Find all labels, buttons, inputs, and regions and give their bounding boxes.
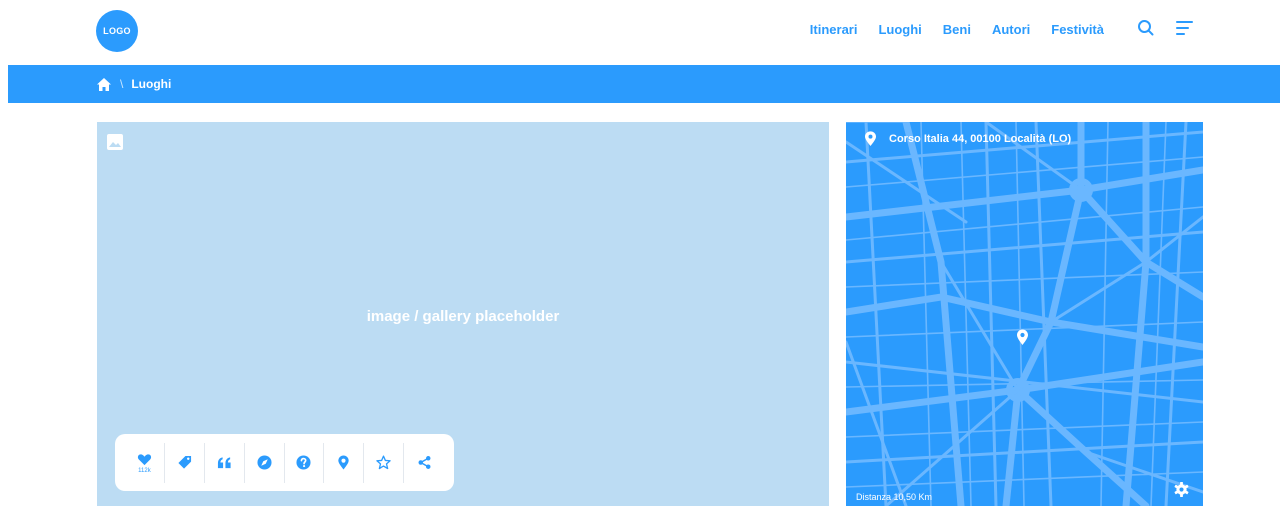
map[interactable]: Corso Italia 44, 00100 Località (LO) Dis…: [846, 122, 1203, 506]
nav-beni[interactable]: Beni: [943, 22, 971, 37]
like-count: 112k: [138, 467, 151, 474]
heart-icon: [137, 453, 152, 465]
map-address: Corso Italia 44, 00100 Località (LO): [864, 131, 1071, 146]
question-icon: [296, 455, 311, 470]
action-toolbar: 112k: [115, 434, 454, 491]
breadcrumb-current: Luoghi: [131, 77, 172, 91]
image-icon: [107, 134, 123, 150]
home-icon[interactable]: [97, 77, 111, 91]
location-button[interactable]: [324, 442, 365, 483]
main-nav: Itinerari Luoghi Beni Autori Festività: [789, 0, 1104, 58]
menu-icon[interactable]: [1175, 18, 1195, 38]
map-marker-icon[interactable]: [1016, 329, 1029, 345]
gallery-placeholder-text: image / gallery placeholder: [366, 308, 560, 325]
compass-button[interactable]: [245, 442, 285, 483]
tag-button[interactable]: [165, 442, 205, 483]
star-icon: [376, 455, 391, 470]
logo[interactable]: LOGO: [96, 10, 138, 52]
tag-icon: [178, 455, 191, 469]
like-button[interactable]: 112k: [125, 442, 165, 483]
map-address-text: Corso Italia 44, 00100 Località (LO): [889, 132, 1072, 145]
quote-button[interactable]: [205, 442, 245, 483]
nav-luoghi[interactable]: Luoghi: [878, 22, 921, 37]
share-icon: [418, 456, 431, 469]
site-header: LOGO Itinerari Luoghi Beni Autori Festiv…: [0, 0, 1280, 65]
share-button[interactable]: [404, 443, 444, 483]
location-pin-icon: [865, 131, 876, 146]
search-icon[interactable]: [1136, 18, 1156, 38]
gear-icon[interactable]: [1174, 482, 1189, 497]
nav-festivita[interactable]: Festività: [1051, 22, 1104, 37]
gallery-placeholder[interactable]: image / gallery placeholder 112k: [97, 122, 829, 506]
breadcrumb-separator: \: [120, 77, 124, 91]
map-streets: [846, 122, 1203, 506]
map-distance: Distanza 10,50 Km: [856, 492, 933, 502]
breadcrumb: \ Luoghi: [8, 65, 1280, 103]
quote-icon: [217, 457, 231, 469]
compass-icon: [257, 455, 272, 470]
nav-autori[interactable]: Autori: [992, 22, 1030, 37]
nav-itinerari[interactable]: Itinerari: [810, 22, 858, 37]
location-icon: [338, 455, 349, 470]
help-button[interactable]: [285, 442, 325, 483]
favorite-button[interactable]: [364, 442, 405, 483]
